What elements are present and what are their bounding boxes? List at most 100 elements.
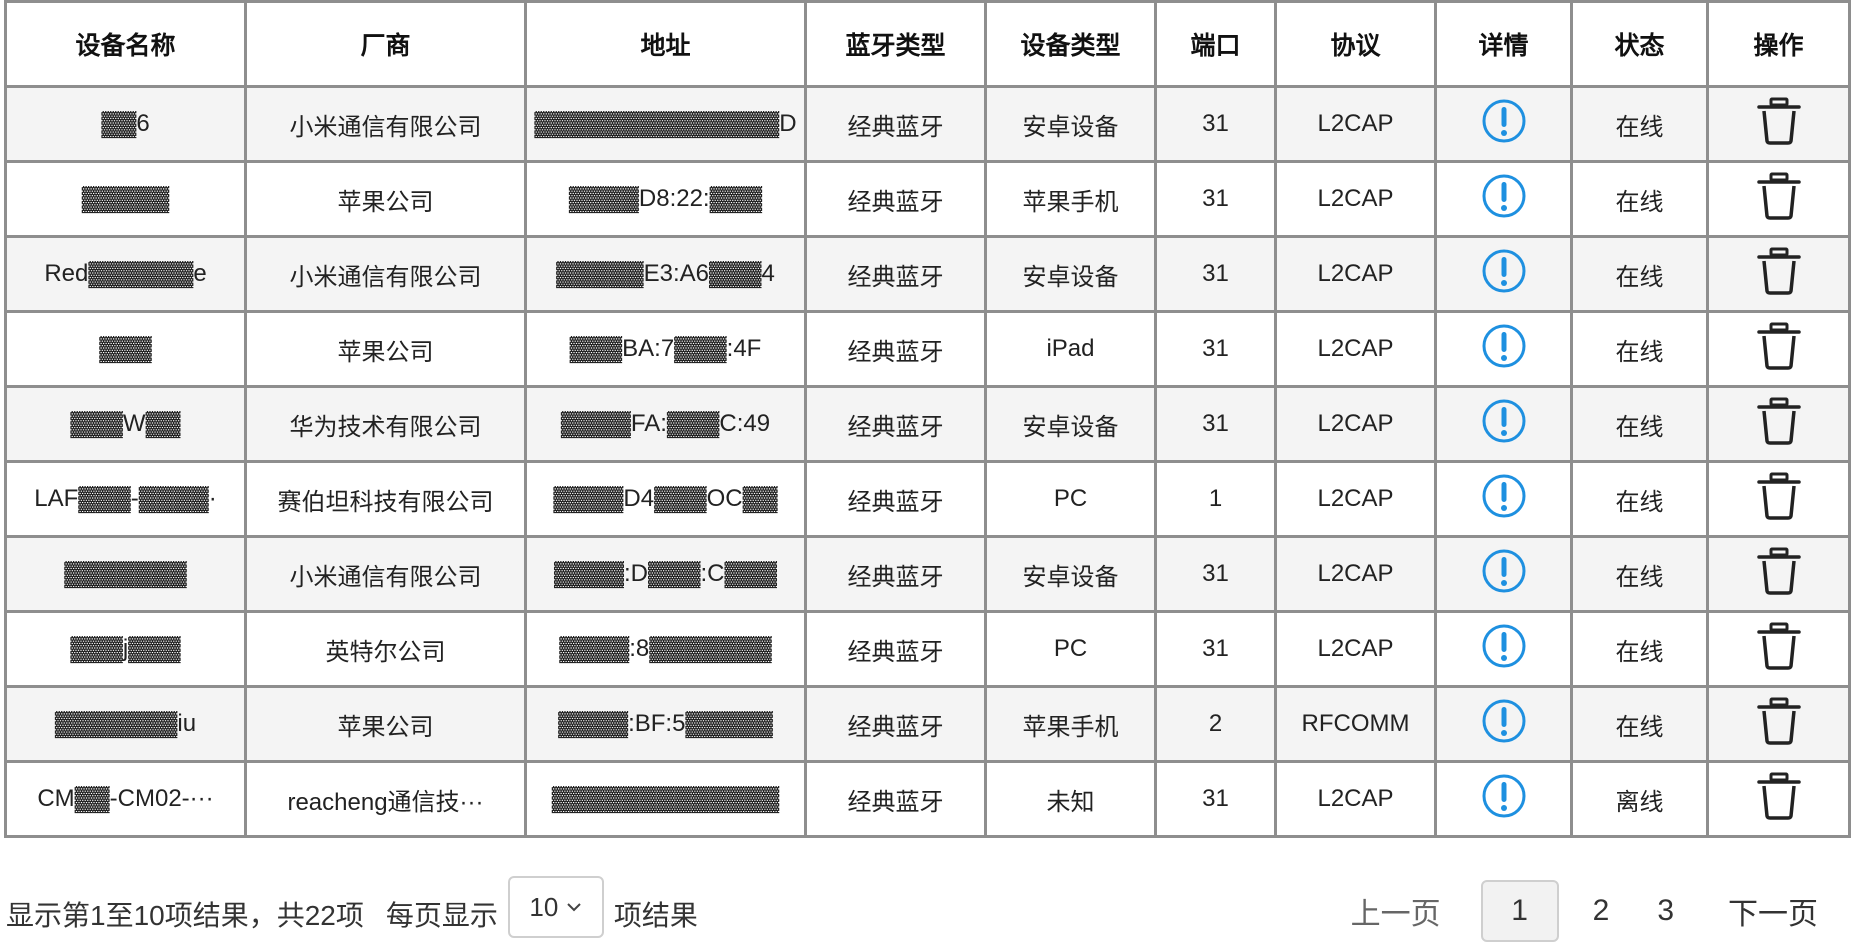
info-circle-icon[interactable] bbox=[1481, 323, 1527, 376]
cell-protocol: L2CAP bbox=[1274, 85, 1437, 163]
cell-status: 在线 bbox=[1570, 160, 1709, 238]
header-device-type: 设备类型 bbox=[984, 0, 1157, 88]
cell-vendor: 小米通信有限公司 bbox=[244, 235, 527, 313]
cell-status: 离线 bbox=[1570, 760, 1709, 838]
cell-port: 31 bbox=[1154, 385, 1277, 463]
info-circle-icon[interactable] bbox=[1481, 773, 1527, 826]
info-circle-icon[interactable] bbox=[1481, 473, 1527, 526]
cell-bt-type: 经典蓝牙 bbox=[804, 85, 987, 163]
table-row: ▓▓▓ 苹果公司 ▓▓▓BA:7▓▓▓:4F 经典蓝牙 iPad 31 L2CAP 在线 bbox=[4, 310, 1851, 388]
cell-device-type: PC bbox=[984, 610, 1157, 688]
trash-icon[interactable] bbox=[1756, 321, 1802, 378]
trash-icon[interactable] bbox=[1756, 471, 1802, 528]
cell-device-type: 安卓设备 bbox=[984, 385, 1157, 463]
cell-detail bbox=[1434, 760, 1573, 838]
table-footer: 显示第1至10项结果，共22项 每页显示 10 项结果 上一页 1 2 3 下一… bbox=[0, 876, 1852, 946]
cell-action bbox=[1706, 760, 1851, 838]
header-status: 状态 bbox=[1570, 0, 1709, 88]
cell-bt-type: 经典蓝牙 bbox=[804, 310, 987, 388]
cell-address: ▓▓▓▓D8:22:▓▓▓ bbox=[524, 160, 807, 238]
cell-status: 在线 bbox=[1570, 385, 1709, 463]
cell-bt-type: 经典蓝牙 bbox=[804, 760, 987, 838]
header-address: 地址 bbox=[524, 0, 807, 88]
page-button-3[interactable]: 3 bbox=[1633, 894, 1698, 928]
cell-device-name: ▓▓▓ bbox=[4, 310, 247, 388]
cell-device-name: ▓▓6 bbox=[4, 85, 247, 163]
cell-address: ▓▓▓BA:7▓▓▓:4F bbox=[524, 310, 807, 388]
header-device-name: 设备名称 bbox=[4, 0, 247, 88]
info-circle-icon[interactable] bbox=[1481, 248, 1527, 301]
info-circle-icon[interactable] bbox=[1481, 698, 1527, 751]
page-button-1[interactable]: 1 bbox=[1480, 880, 1559, 942]
cell-status: 在线 bbox=[1570, 610, 1709, 688]
cell-vendor: 英特尔公司 bbox=[244, 610, 527, 688]
cell-detail bbox=[1434, 235, 1573, 313]
cell-protocol: L2CAP bbox=[1274, 535, 1437, 613]
cell-bt-type: 经典蓝牙 bbox=[804, 385, 987, 463]
info-circle-icon[interactable] bbox=[1481, 173, 1527, 226]
table-body: ▓▓6 小米通信有限公司 ▓▓▓▓▓▓▓▓▓▓▓▓▓▓D 经典蓝牙 安卓设备 31 L2CA… bbox=[4, 85, 1851, 838]
cell-status: 在线 bbox=[1570, 235, 1709, 313]
cell-action bbox=[1706, 160, 1851, 238]
cell-action bbox=[1706, 610, 1851, 688]
cell-bt-type: 经典蓝牙 bbox=[804, 535, 987, 613]
result-summary: 显示第1至10项结果，共22项 每页显示 10 项结果 bbox=[6, 876, 698, 938]
cell-device-type: 安卓设备 bbox=[984, 535, 1157, 613]
info-circle-icon[interactable] bbox=[1481, 98, 1527, 151]
cell-bt-type: 经典蓝牙 bbox=[804, 235, 987, 313]
device-list-page: 设备名称 厂商 地址 蓝牙类型 设备类型 端口 协议 详情 状态 操作 ▓▓6 小… bbox=[0, 0, 1852, 946]
cell-vendor: 华为技术有限公司 bbox=[244, 385, 527, 463]
device-table: 设备名称 厂商 地址 蓝牙类型 设备类型 端口 协议 详情 状态 操作 ▓▓6 小… bbox=[4, 0, 1851, 838]
cell-detail bbox=[1434, 535, 1573, 613]
info-circle-icon[interactable] bbox=[1481, 398, 1527, 451]
trash-icon[interactable] bbox=[1756, 621, 1802, 678]
cell-device-name: ▓▓▓▓▓▓▓ bbox=[4, 535, 247, 613]
cell-protocol: L2CAP bbox=[1274, 610, 1437, 688]
next-page-button[interactable]: 下一页 bbox=[1704, 889, 1852, 933]
cell-address: ▓▓▓▓:D▓▓▓:C▓▓▓ bbox=[524, 535, 807, 613]
cell-detail bbox=[1434, 610, 1573, 688]
header-vendor: 厂商 bbox=[244, 0, 527, 88]
info-circle-icon[interactable] bbox=[1481, 623, 1527, 676]
trash-icon[interactable] bbox=[1756, 171, 1802, 228]
cell-device-type: iPad bbox=[984, 310, 1157, 388]
cell-action bbox=[1706, 460, 1851, 538]
cell-vendor: 小米通信有限公司 bbox=[244, 535, 527, 613]
cell-port: 31 bbox=[1154, 160, 1277, 238]
trash-icon[interactable] bbox=[1756, 96, 1802, 153]
trash-icon[interactable] bbox=[1756, 246, 1802, 303]
cell-device-type: PC bbox=[984, 460, 1157, 538]
summary-text: 显示第1至10项结果，共22项 bbox=[6, 900, 364, 931]
cell-port: 1 bbox=[1154, 460, 1277, 538]
cell-bt-type: 经典蓝牙 bbox=[804, 685, 987, 763]
cell-device-type: 安卓设备 bbox=[984, 85, 1157, 163]
prev-page-button[interactable]: 上一页 bbox=[1327, 889, 1465, 933]
trash-icon[interactable] bbox=[1756, 546, 1802, 603]
cell-device-name: LAF▓▓▓-▓▓▓▓· bbox=[4, 460, 247, 538]
cell-action bbox=[1706, 385, 1851, 463]
cell-detail bbox=[1434, 160, 1573, 238]
cell-device-name: ▓▓▓▓▓▓▓iu bbox=[4, 685, 247, 763]
cell-device-type: 安卓设备 bbox=[984, 235, 1157, 313]
cell-detail bbox=[1434, 310, 1573, 388]
cell-port: 31 bbox=[1154, 535, 1277, 613]
info-circle-icon[interactable] bbox=[1481, 548, 1527, 601]
cell-protocol: L2CAP bbox=[1274, 385, 1437, 463]
cell-protocol: L2CAP bbox=[1274, 760, 1437, 838]
cell-bt-type: 经典蓝牙 bbox=[804, 610, 987, 688]
cell-bt-type: 经典蓝牙 bbox=[804, 160, 987, 238]
trash-icon[interactable] bbox=[1756, 771, 1802, 828]
page-size-select[interactable]: 10 bbox=[507, 876, 604, 938]
trash-icon[interactable] bbox=[1756, 396, 1802, 453]
cell-address: ▓▓▓▓▓▓▓▓▓▓▓▓▓ bbox=[524, 760, 807, 838]
header-action: 操作 bbox=[1706, 0, 1851, 88]
cell-port: 31 bbox=[1154, 235, 1277, 313]
cell-device-name: Red▓▓▓▓▓▓e bbox=[4, 235, 247, 313]
trash-icon[interactable] bbox=[1756, 696, 1802, 753]
cell-protocol: L2CAP bbox=[1274, 310, 1437, 388]
cell-bt-type: 经典蓝牙 bbox=[804, 460, 987, 538]
page-button-2[interactable]: 2 bbox=[1569, 894, 1634, 928]
cell-detail bbox=[1434, 685, 1573, 763]
cell-status: 在线 bbox=[1570, 685, 1709, 763]
cell-protocol: L2CAP bbox=[1274, 160, 1437, 238]
